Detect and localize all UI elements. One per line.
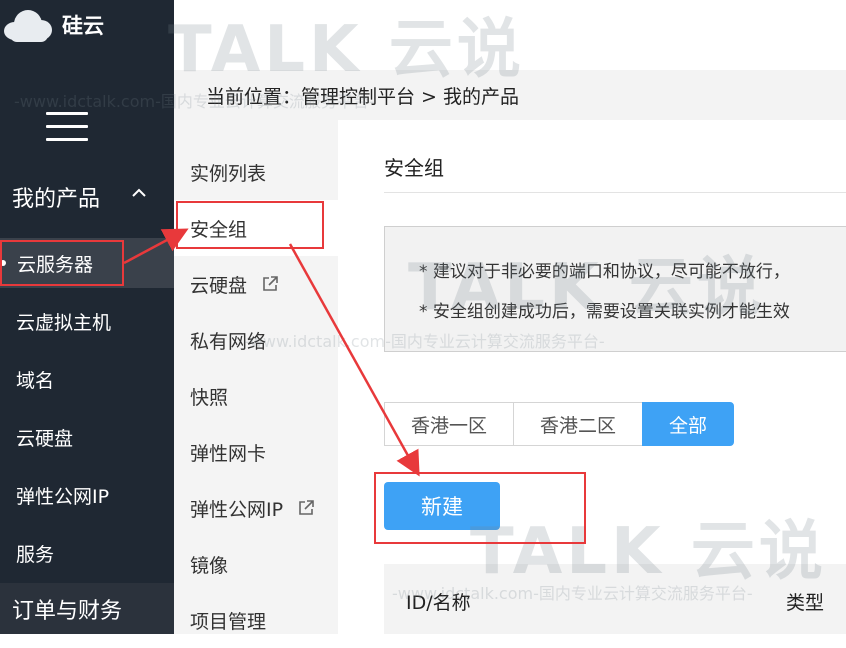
annotation-arrows (123, 228, 420, 477)
